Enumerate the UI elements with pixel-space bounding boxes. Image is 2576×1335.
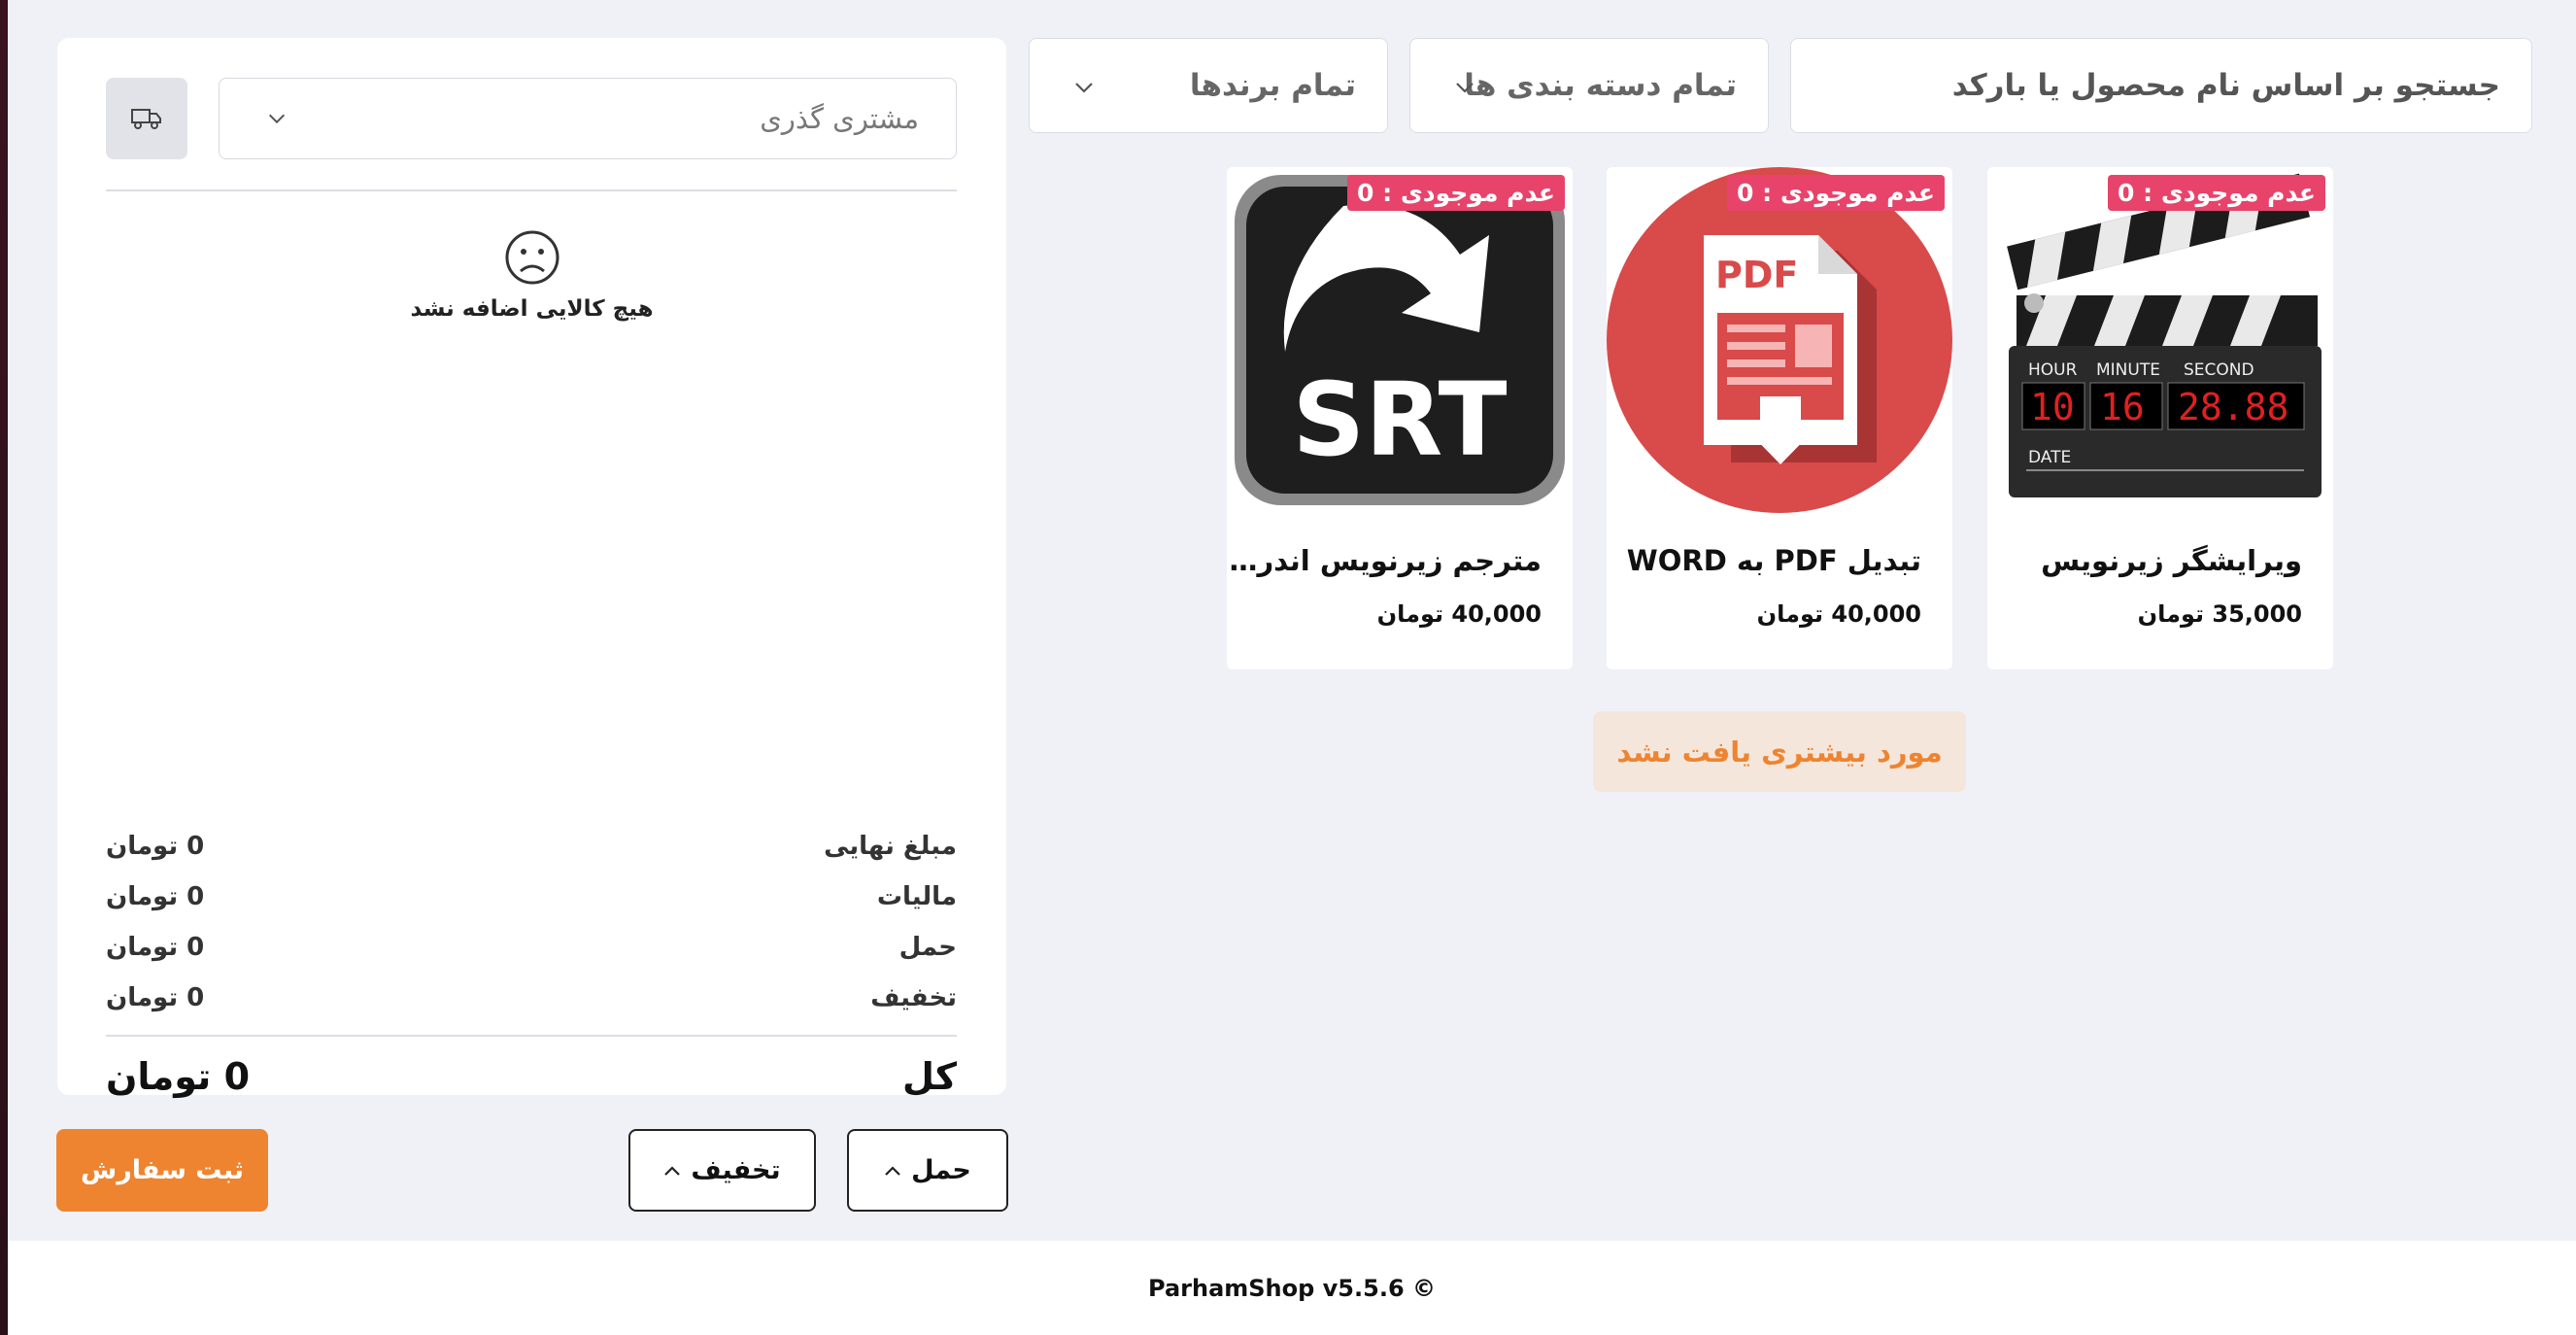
product-name: ویرایشگر زیرنویس [2041,544,2302,577]
customer-select-value: مشتری گذری [760,102,919,135]
total-row-value: 0 تومان [106,933,205,962]
product-search-input[interactable]: جستجو بر اساس نام محصول یا بارکد [1790,38,2532,133]
footer: ParhamShop v5.5.6 © [8,1241,2576,1335]
product-card[interactable]: HOUR MINUTE SECOND 10 16 28.88 DATE عدم … [1987,167,2333,669]
discount-button-label: تخفیف [691,1155,781,1185]
category-select[interactable]: تمام دسته بندی ها [1409,38,1769,133]
total-row-discount: تخفیف 0 تومان [106,973,957,1023]
grand-total-value: 0 تومان [106,1055,251,1098]
brand-select[interactable]: تمام برندها [1029,38,1388,133]
search-placeholder: جستجو بر اساس نام محصول یا بارکد [1951,68,2500,103]
grand-total-label: کل [901,1055,957,1098]
submit-order-button[interactable]: ثبت سفارش [56,1129,268,1212]
clapper-second-label: SECOND [2184,360,2254,380]
total-row-label: حمل [898,933,957,962]
divider [106,189,957,191]
category-select-value: تمام دسته بندی ها [1464,68,1737,103]
footer-version: ParhamShop v5.5.6 © [1148,1274,1436,1302]
total-row-final: مبلغ نهایی 0 تومان [106,821,957,872]
total-row-label: مبلغ نهایی [824,832,957,861]
srt-icon: SRT [1227,167,1573,513]
clapper-hour-label: HOUR [2028,360,2078,380]
srt-thumb-label: SRT [1292,360,1507,479]
cart-totals: مبلغ نهایی 0 تومان مالیات 0 تومان حمل 0 … [106,821,957,1116]
out-of-stock-badge: عدم موجودی : 0 [1347,175,1565,211]
total-row-value: 0 تومان [106,882,205,911]
truck-icon [131,109,161,129]
product-name: مترجم زیرنویس اندر… [1229,544,1542,577]
clapper-time-ss: 28.88 [2178,386,2288,428]
product-price: 40,000 تومان [1376,600,1542,628]
brand-select-value: تمام برندها [1189,68,1356,103]
empty-cart-state: هیچ کالایی اضافه نشد [57,228,1006,322]
clapper-time-hh: 10 [2030,386,2075,428]
total-row-tax: مالیات 0 تومان [106,872,957,922]
no-more-items-notice: مورد بیشتری یافت نشد [1593,711,1966,792]
total-row-label: مالیات [876,882,957,911]
cart-panel: مشتری گذری هیچ کالایی اضافه نشد مبلغ نها… [57,38,1006,1098]
product-card[interactable]: PDF عدم موجودی : 0 تبدیل PDF به WORD 40,… [1607,167,1952,669]
total-row-value: 0 تومان [106,983,205,1012]
total-row-shipping: حمل 0 تومان [106,922,957,973]
empty-cart-message: هیچ کالایی اضافه نشد [410,296,654,322]
chevron-down-icon [1456,83,1474,93]
customer-select[interactable]: مشتری گذری [219,78,957,159]
product-price: 40,000 تومان [1756,600,1921,628]
out-of-stock-badge: عدم موجودی : 0 [2108,175,2325,211]
pdf-download-icon: PDF [1607,167,1952,513]
chevron-up-icon [664,1165,681,1176]
chevron-down-icon [1075,83,1093,93]
product-name: تبدیل PDF به WORD [1626,544,1921,577]
clapper-time-mm: 16 [2100,386,2145,428]
window-edge [0,0,8,1335]
discount-button[interactable]: تخفیف [628,1129,816,1212]
sad-face-icon [505,230,559,285]
clapper-date-label: DATE [2028,448,2071,467]
clapperboard-icon: HOUR MINUTE SECOND 10 16 28.88 DATE [1987,167,2333,513]
chevron-down-icon [268,114,286,124]
chevron-up-icon [885,1165,900,1176]
product-card[interactable]: SRT عدم موجودی : 0 مترجم زیرنویس اندر… 4… [1227,167,1573,669]
delivery-button[interactable] [106,78,187,159]
shipping-button-label: حمل [911,1155,971,1185]
shipping-button[interactable]: حمل [847,1129,1008,1212]
total-row-label: تخفیف [870,983,957,1012]
pdf-thumb-label: PDF [1715,254,1798,296]
out-of-stock-badge: عدم موجودی : 0 [1727,175,1945,211]
total-row-value: 0 تومان [106,832,205,861]
clapper-minute-label: MINUTE [2096,360,2160,380]
product-price: 35,000 تومان [2137,600,2302,628]
grand-total-row: کل 0 تومان [106,1037,957,1116]
